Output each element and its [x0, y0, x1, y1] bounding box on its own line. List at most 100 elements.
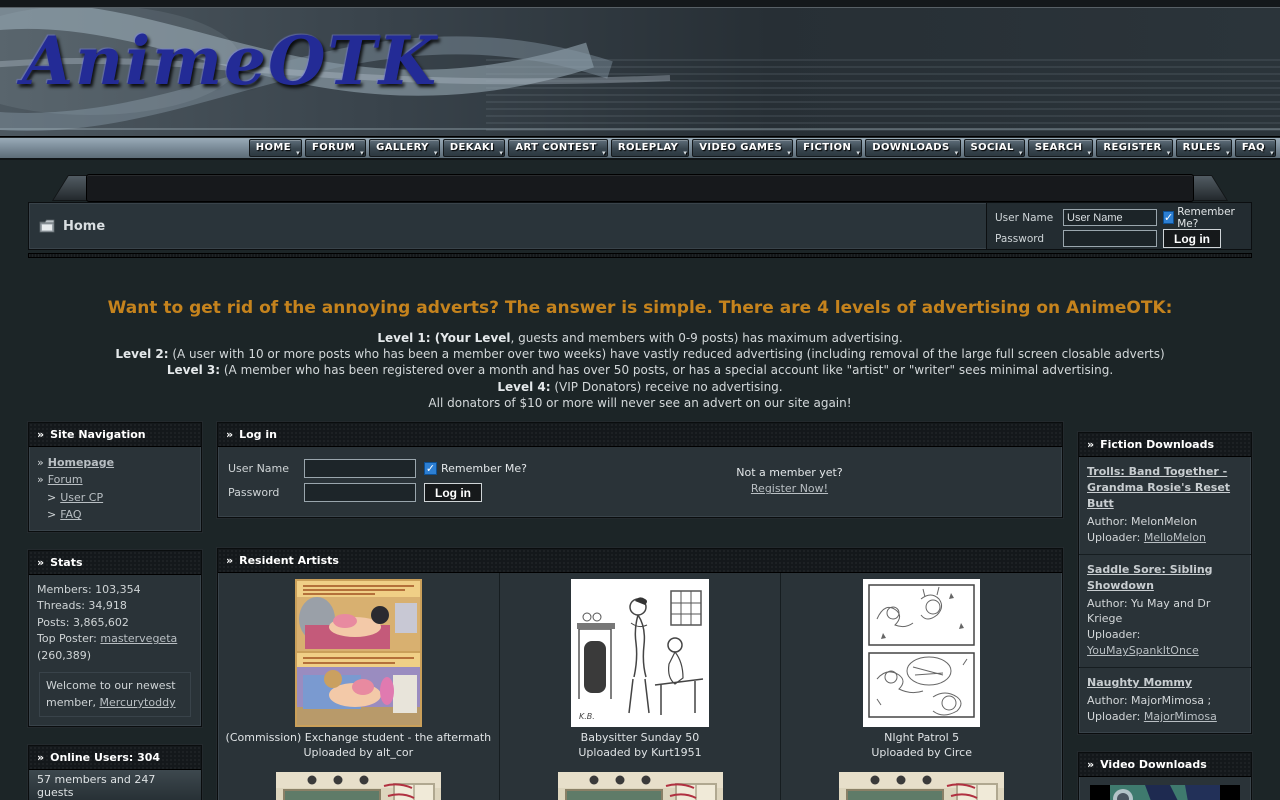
- fiction-author-line: Author: Yu May and Dr Kriege: [1087, 596, 1243, 628]
- arrow-icon: >: [47, 491, 56, 504]
- uploader-link[interactable]: MelloMelon: [1144, 531, 1206, 544]
- nav-dekaki[interactable]: DEKAKI ▾: [443, 139, 506, 157]
- page-title: Home: [63, 219, 105, 234]
- resident-artists-title: Resident Artists: [239, 554, 339, 567]
- fiction-title-link[interactable]: Saddle Sore: Sibling Showdown: [1087, 562, 1243, 594]
- uploader-link[interactable]: MajorMimosa: [1144, 710, 1217, 723]
- username-input[interactable]: [304, 459, 416, 478]
- artwork-thumbnail[interactable]: [558, 772, 723, 800]
- homepage-link[interactable]: Homepage: [48, 456, 114, 469]
- usercp-link[interactable]: User CP: [60, 491, 103, 504]
- author-label: Author:: [1087, 597, 1131, 610]
- top-poster-link[interactable]: mastervegeta: [100, 632, 177, 645]
- online-users-header: »Online Users: 304: [29, 746, 201, 770]
- artist-item: [500, 766, 782, 800]
- nav-rules[interactable]: RULES▾: [1176, 139, 1232, 157]
- nav-video-games-label: VIDEO GAMES: [699, 142, 782, 153]
- faq-link[interactable]: FAQ: [60, 508, 81, 521]
- stats-body: Members: 103,354 Threads: 34,918 Posts: …: [29, 575, 201, 727]
- header-username-input[interactable]: [1063, 209, 1157, 226]
- remember-me: ✓ Remember Me?: [424, 462, 527, 475]
- artist-item: [218, 766, 500, 800]
- site-navigation-header: »Site Navigation: [29, 423, 201, 447]
- nav-gallery[interactable]: GALLERY▾: [369, 139, 440, 157]
- nav-art-contest[interactable]: ART CONTEST▾: [508, 139, 608, 157]
- nav-social[interactable]: SOCIAL▾: [964, 139, 1025, 157]
- double-arrow-icon: »: [37, 556, 44, 569]
- nav-fiction[interactable]: FICTION ▾: [796, 139, 862, 157]
- video-thumbnail[interactable]: [1090, 785, 1240, 800]
- nav-downloads[interactable]: DOWNLOADS▾: [865, 139, 960, 157]
- artwork-thumbnail[interactable]: [863, 579, 980, 727]
- register-callout: Not a member yet? Register Now!: [527, 457, 1052, 505]
- newest-member-box: Welcome to our newest member, Mercurytod…: [39, 672, 191, 717]
- nav-faq-label: FAQ: [1242, 142, 1265, 153]
- fiction-downloads-header: »Fiction Downloads: [1079, 433, 1251, 457]
- fiction-item: Naughty Mommy Author: MajorMimosa ; Uplo…: [1079, 668, 1251, 733]
- uploader-link[interactable]: YouMaySpankItOnce: [1087, 644, 1199, 657]
- fiction-title-link[interactable]: Trolls: Band Together - Grandma Rosie's …: [1087, 464, 1243, 512]
- nav-register[interactable]: REGISTER▾: [1096, 139, 1172, 157]
- decorative-bar-middle: [86, 174, 1194, 202]
- not-member-text: Not a member yet?: [736, 466, 842, 479]
- nav-forum[interactable]: FORUM▾: [305, 139, 366, 157]
- site-logo[interactable]: AnimeOTK: [22, 22, 438, 100]
- artwork-uploader: Uploaded by alt_cor: [226, 746, 492, 761]
- ad-donators-text: All donators of $10 or more will never s…: [428, 396, 851, 410]
- remember-me-label: Remember Me?: [1177, 206, 1245, 230]
- login-button[interactable]: Log in: [424, 483, 482, 502]
- artwork-thumbnail[interactable]: [276, 772, 441, 800]
- video-downloads-body: Tu Seras un Taxi, Mon Fils!: [1079, 777, 1251, 800]
- register-now-link[interactable]: Register Now!: [751, 482, 828, 495]
- forum-link[interactable]: Forum: [48, 473, 83, 486]
- artist-item: (Commission) Exchange student - the afte…: [218, 573, 500, 766]
- header-remember-me: ✓ Remember Me?: [1163, 206, 1245, 230]
- artwork-uploader: Uploaded by Kurt1951: [578, 746, 701, 761]
- artwork-title: (Commission) Exchange student - the afte…: [226, 731, 492, 746]
- artwork-title: Babysitter Sunday 50: [578, 731, 701, 746]
- newest-member-link[interactable]: Mercurytoddy: [99, 696, 175, 709]
- header-password-input[interactable]: [1063, 230, 1157, 247]
- chevron-down-icon: ▾: [787, 149, 791, 157]
- nav-roleplay[interactable]: ROLEPLAY▾: [611, 139, 689, 157]
- chevron-down-icon: ▾: [1167, 149, 1171, 157]
- nav-faq[interactable]: FAQ▾: [1235, 139, 1276, 157]
- nav-dekaki-label: DEKAKI: [450, 142, 495, 153]
- separator-bar: [28, 253, 1252, 258]
- banner-bottom-line: [0, 128, 1280, 130]
- artwork-title: NIght Patrol 5: [871, 731, 972, 746]
- ad-level-4-text: (VIP Donators) receive no advertising.: [551, 380, 783, 394]
- remember-me-checkbox[interactable]: ✓: [1163, 211, 1174, 224]
- header-login-button[interactable]: Log in: [1163, 229, 1221, 248]
- artwork-thumbnail[interactable]: [295, 579, 422, 727]
- ad-level-1-text: , guests and members with 0-9 posts) has…: [511, 331, 903, 345]
- nav-home[interactable]: HOME▾: [249, 139, 302, 157]
- chevron-down-icon: ▾: [499, 149, 503, 157]
- svg-text:K.B.: K.B.: [579, 712, 595, 721]
- ad-level-3: Level 3: (A member who has been register…: [0, 364, 1280, 377]
- decorative-bar: [28, 174, 1252, 202]
- login-header: »Log in: [218, 423, 1062, 447]
- author-name: MelonMelon: [1131, 515, 1197, 528]
- nav-search[interactable]: SEARCH▾: [1028, 139, 1094, 157]
- artwork-thumbnail[interactable]: K.B.: [571, 579, 709, 727]
- advertising-heading: Want to get rid of the annoying adverts?…: [0, 298, 1280, 318]
- main-content: »Log in User Name ✓ Remember Me? Passwor…: [217, 422, 1063, 800]
- artwork-thumbnail[interactable]: [839, 772, 1004, 800]
- remember-me-checkbox[interactable]: ✓: [424, 462, 437, 475]
- double-arrow-icon: »: [1087, 758, 1094, 771]
- password-input[interactable]: [304, 483, 416, 502]
- video-downloads-header: »Video Downloads: [1079, 753, 1251, 777]
- arrow-icon: >: [47, 508, 56, 521]
- banner-top-strip: [0, 0, 1280, 8]
- fiction-uploader-line: Uploader: MajorMimosa: [1087, 709, 1243, 725]
- chevron-down-icon: ▾: [683, 149, 687, 157]
- stats-header: »Stats: [29, 551, 201, 575]
- fiction-title-link[interactable]: Naughty Mommy: [1087, 675, 1243, 691]
- nav-fiction-label: FICTION: [803, 142, 851, 153]
- fiction-downloads-list: Trolls: Band Together - Grandma Rosie's …: [1079, 457, 1251, 733]
- nav-video-games[interactable]: VIDEO GAMES ▾: [692, 139, 793, 157]
- chevron-down-icon: ▾: [856, 149, 860, 157]
- video-downloads-panel: »Video Downloads: [1078, 752, 1252, 800]
- stats-top-poster-count: (260,389): [37, 648, 193, 665]
